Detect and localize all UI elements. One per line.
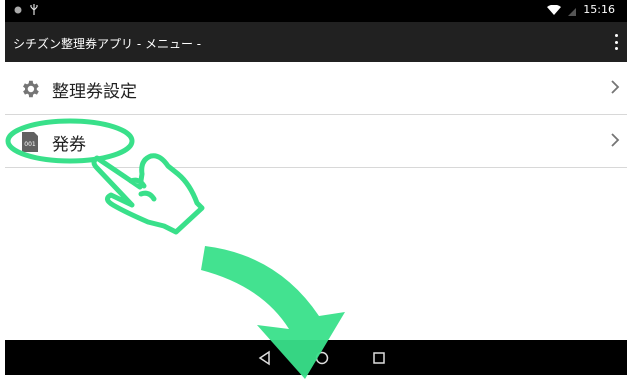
- recents-icon[interactable]: [369, 348, 389, 368]
- menu-item-settings-label: 整理券設定: [52, 82, 137, 102]
- status-left-icons: [14, 4, 38, 15]
- battery-icon: [568, 7, 577, 16]
- home-icon[interactable]: [312, 348, 332, 368]
- usb-icon: [30, 4, 38, 15]
- menu-item-settings[interactable]: 整理券設定: [5, 62, 627, 115]
- ticket-icon: 001: [22, 132, 38, 152]
- app-title: シチズン整理券アプリ - メニュー -: [13, 37, 202, 51]
- status-bar: 15:16: [5, 0, 627, 22]
- status-time: 15:16: [583, 3, 615, 16]
- menu-item-issue-ticket[interactable]: 001 発券: [5, 115, 627, 168]
- status-right: 15:16: [547, 3, 615, 16]
- device-frame: 15:16 シチズン整理券アプリ - メニュー - 整理券設定 001 発券: [5, 0, 627, 375]
- notification-dot-icon: [14, 6, 22, 13]
- navigation-bar: [5, 340, 627, 375]
- chevron-right-icon: [611, 133, 620, 147]
- menu-item-issue-ticket-label: 発券: [52, 135, 86, 155]
- wifi-icon: [547, 4, 562, 15]
- app-bar: シチズン整理券アプリ - メニュー -: [5, 22, 627, 62]
- back-icon[interactable]: [255, 348, 275, 368]
- menu-list: 整理券設定 001 発券: [5, 62, 627, 340]
- gear-icon: [23, 80, 39, 98]
- overflow-menu-icon[interactable]: [609, 34, 623, 50]
- chevron-right-icon: [611, 80, 620, 94]
- ticket-icon-number: 001: [24, 141, 36, 148]
